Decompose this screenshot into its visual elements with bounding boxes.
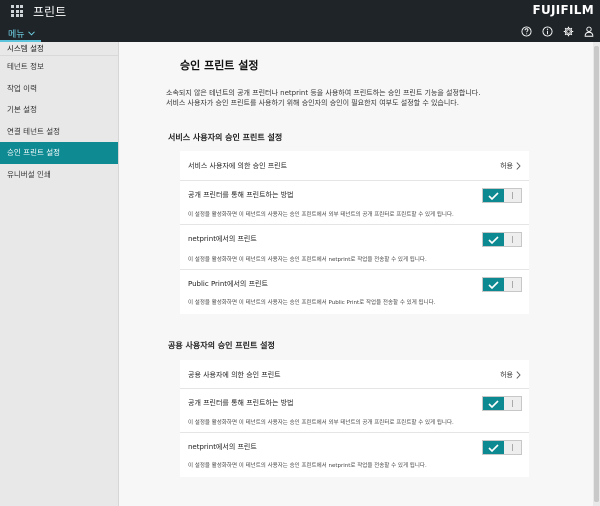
check-icon [488,399,499,408]
page-title: 승인 프린트 설정 [180,59,259,72]
chevron-down-icon [27,30,35,36]
approval-value: 허용 [500,371,513,379]
apps-grid-icon[interactable] [11,5,23,17]
row-description: 이 설정을 활성화하면 이 테넌트의 사용자는 승인 프린트에서 netprin… [188,257,427,263]
sidebar-item-linked-tenant[interactable]: 연결 테넌트 설정 [0,121,118,143]
top-bar: 프린트 FUJIFILM 메뉴 [0,0,600,42]
shared-approval-row[interactable]: 공용 사용자에 의한 승인 프린트 허용 [180,360,529,389]
shared-public-printer-toggle[interactable] [482,396,522,411]
row-label: 서비스 사용자에 의한 승인 프린트 [188,162,288,170]
service-section-title: 서비스 사용자의 승인 프린트 설정 [168,133,283,142]
user-icon[interactable] [584,26,594,37]
check-icon [488,191,499,200]
shared-settings-card: 공용 사용자에 의한 승인 프린트 허용 공개 프린터를 통해 프린트하는 방법… [180,360,529,477]
sidebar-item-job-history[interactable]: 작업 이력 [0,78,118,100]
gear-icon[interactable] [563,26,574,37]
menu-button[interactable]: 메뉴 [0,26,41,42]
netprint-toggle[interactable] [482,232,522,247]
toggle-row: 공개 프린터를 통해 프린트하는 방법 이 설정을 활성화하면 이 테넌트의 사… [180,389,529,433]
app-title: 프린트 [33,5,67,19]
row-description: 이 설정을 활성화하면 이 테넌트의 사용자는 승인 프린트에서 외부 테넌트의… [188,212,454,218]
scrollbar-thumb[interactable] [594,46,599,502]
service-approval-row[interactable]: 서비스 사용자에 의한 승인 프린트 허용 [180,151,529,181]
sidebar: 시스템 설정 테넌트 정보 작업 이력 기본 설정 연결 테넌트 설정 승인 프… [0,42,119,506]
row-value: 허용 [500,370,521,380]
row-label: 공개 프린터를 통해 프린트하는 방법 [188,191,294,199]
sidebar-item-tenant-info[interactable]: 테넌트 정보 [0,56,118,78]
row-description: 이 설정을 활성화하면 이 테넌트의 사용자는 승인 프린트에서 Public … [188,300,436,306]
fujifilm-logo: FUJIFILM [532,3,594,17]
chevron-right-icon [516,371,521,379]
row-value: 허용 [500,161,521,171]
toggle-row: Public Print에서의 프린트 이 설정을 활성화하면 이 테넌트의 사… [180,270,529,314]
shared-section-title: 공용 사용자의 승인 프린트 설정 [168,341,275,350]
row-description: 이 설정을 활성화하면 이 테넌트의 사용자는 승인 프린트에서 외부 테넌트의… [188,420,454,426]
row-label: 공개 프린터를 통해 프린트하는 방법 [188,399,294,407]
toggle-row: netprint에서의 프린트 이 설정을 활성화하면 이 테넌트의 사용자는 … [180,433,529,477]
menu-label: 메뉴 [8,29,25,40]
toggle-row: netprint에서의 프린트 이 설정을 활성화하면 이 테넌트의 사용자는 … [180,225,529,270]
check-icon [488,280,499,289]
check-icon [488,443,499,452]
scrollbar[interactable] [593,42,600,506]
sidebar-item-basic-settings[interactable]: 기본 설정 [0,99,118,121]
service-settings-card: 서비스 사용자에 의한 승인 프린트 허용 공개 프린터를 통해 프린트하는 방… [180,151,529,314]
sidebar-heading: 시스템 설정 [0,42,118,56]
info-icon[interactable] [542,26,553,37]
check-icon [488,235,499,244]
row-label: netprint에서의 프린트 [188,235,257,243]
help-icon[interactable] [521,26,532,37]
public-printer-toggle[interactable] [482,188,522,203]
row-description: 이 설정을 활성화하면 이 테넌트의 사용자는 승인 프린트에서 netprin… [188,463,427,469]
approval-value: 허용 [500,162,513,170]
row-label: netprint에서의 프린트 [188,443,257,451]
shared-netprint-toggle[interactable] [482,440,522,455]
public-print-toggle[interactable] [482,277,522,292]
sidebar-item-approval-print[interactable]: 승인 프린트 설정 [0,142,118,164]
row-label: Public Print에서의 프린트 [188,280,268,288]
intro-line-1: 소속되지 않은 테넌트의 공개 프린터나 netprint 등을 사용하여 프린… [166,89,481,97]
toggle-row: 공개 프린터를 통해 프린트하는 방법 이 설정을 활성화하면 이 테넌트의 사… [180,181,529,225]
intro-text: 소속되지 않은 테넌트의 공개 프린터나 netprint 등을 사용하여 프린… [166,88,536,108]
chevron-right-icon [516,162,521,170]
intro-line-2: 서비스 사용자가 승인 프린트를 사용하기 위해 승인자의 승인이 필요한지 여… [166,99,459,107]
row-label: 공용 사용자에 의한 승인 프린트 [188,371,281,379]
sidebar-item-universal-print[interactable]: 유니버설 인쇄 [0,164,118,186]
